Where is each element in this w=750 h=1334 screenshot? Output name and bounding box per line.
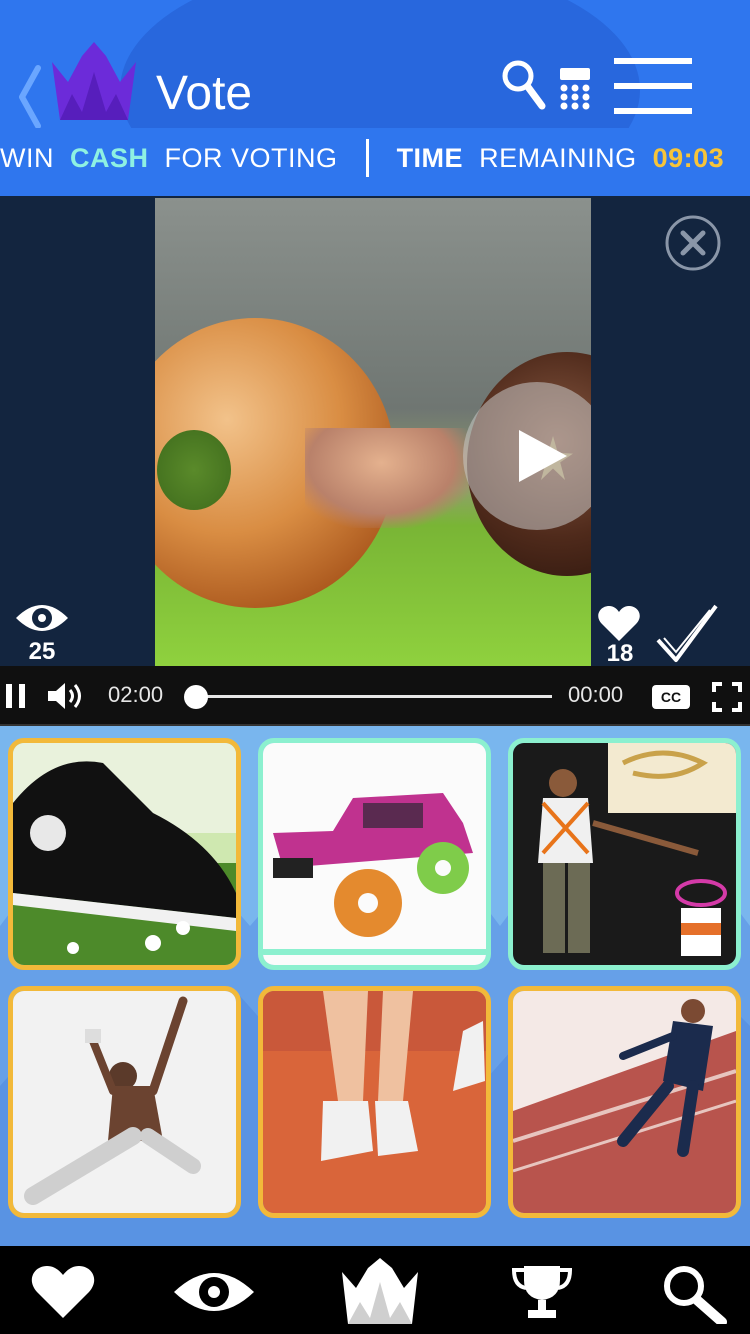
close-icon[interactable] xyxy=(664,214,722,272)
current-time: 02:00 xyxy=(108,682,164,707)
person-image xyxy=(305,428,475,528)
ticker-remaining: REMAINING xyxy=(479,143,637,173)
seek-bar[interactable] xyxy=(196,695,552,698)
volume-icon[interactable] xyxy=(48,682,86,710)
grid-tile-running-man[interactable] xyxy=(508,986,741,1218)
nav-watch-eye-icon[interactable] xyxy=(172,1264,256,1320)
grid-tile-window-washer[interactable] xyxy=(508,738,741,970)
grid-tile-toy-truck[interactable] xyxy=(258,738,491,970)
total-time: 00:00 xyxy=(568,682,624,707)
submission-grid xyxy=(0,726,750,1246)
ticker-countdown: 09:03 xyxy=(652,143,725,173)
menu-icon[interactable] xyxy=(614,58,692,114)
ticker-for-voting: FOR VOTING xyxy=(164,143,338,173)
ticker-cash: CASH xyxy=(70,143,149,173)
search-icon[interactable] xyxy=(500,58,546,110)
grid-tile-dancer[interactable] xyxy=(8,986,241,1218)
dancing-feet-image xyxy=(263,991,486,1213)
nav-trophy-icon[interactable] xyxy=(510,1264,574,1320)
page-title: Vote xyxy=(156,67,253,120)
like-count-value: 18 xyxy=(606,640,634,666)
seek-handle[interactable] xyxy=(184,685,208,709)
grid-tile-dancing-feet[interactable] xyxy=(258,986,491,1218)
dancer-image xyxy=(13,991,236,1213)
back-chevron-icon[interactable] xyxy=(14,62,46,128)
cc-label: CC xyxy=(661,689,681,705)
ticker-time: TIME xyxy=(396,143,464,173)
toy-truck-image xyxy=(263,743,486,965)
video-frame xyxy=(155,198,591,666)
vote-check-icon[interactable] xyxy=(654,600,720,666)
ticker-win: WIN xyxy=(0,143,54,173)
promo-ticker: WIN CASH FOR VOTING TIME REMAINING 09:03… xyxy=(0,128,750,196)
bottom-navigation xyxy=(0,1246,750,1334)
player-controls: 02:00 00:00 CC xyxy=(0,666,750,726)
logo-icon[interactable] xyxy=(52,42,136,120)
nav-home-logo-icon[interactable] xyxy=(342,1258,418,1324)
view-count-value: 25 xyxy=(28,638,56,665)
video-player[interactable]: 25 18 xyxy=(0,196,750,666)
view-count xyxy=(14,600,70,641)
nav-favorites-heart-icon[interactable] xyxy=(28,1264,98,1320)
window-washer-image xyxy=(513,743,736,965)
play-icon xyxy=(519,430,567,482)
cc-icon[interactable]: CC xyxy=(652,685,690,709)
grid-tile-sneaker[interactable] xyxy=(8,738,241,970)
heart-icon[interactable] xyxy=(598,606,640,642)
eye-icon xyxy=(16,605,68,631)
pause-icon[interactable] xyxy=(6,684,26,708)
ticker-separator xyxy=(365,139,369,177)
fullscreen-icon[interactable] xyxy=(712,682,742,712)
grid-icon[interactable] xyxy=(558,68,592,110)
running-man-image xyxy=(513,991,736,1213)
app-header: Vote xyxy=(0,0,750,128)
nav-search-icon[interactable] xyxy=(660,1264,732,1324)
sneaker-image xyxy=(13,743,236,965)
